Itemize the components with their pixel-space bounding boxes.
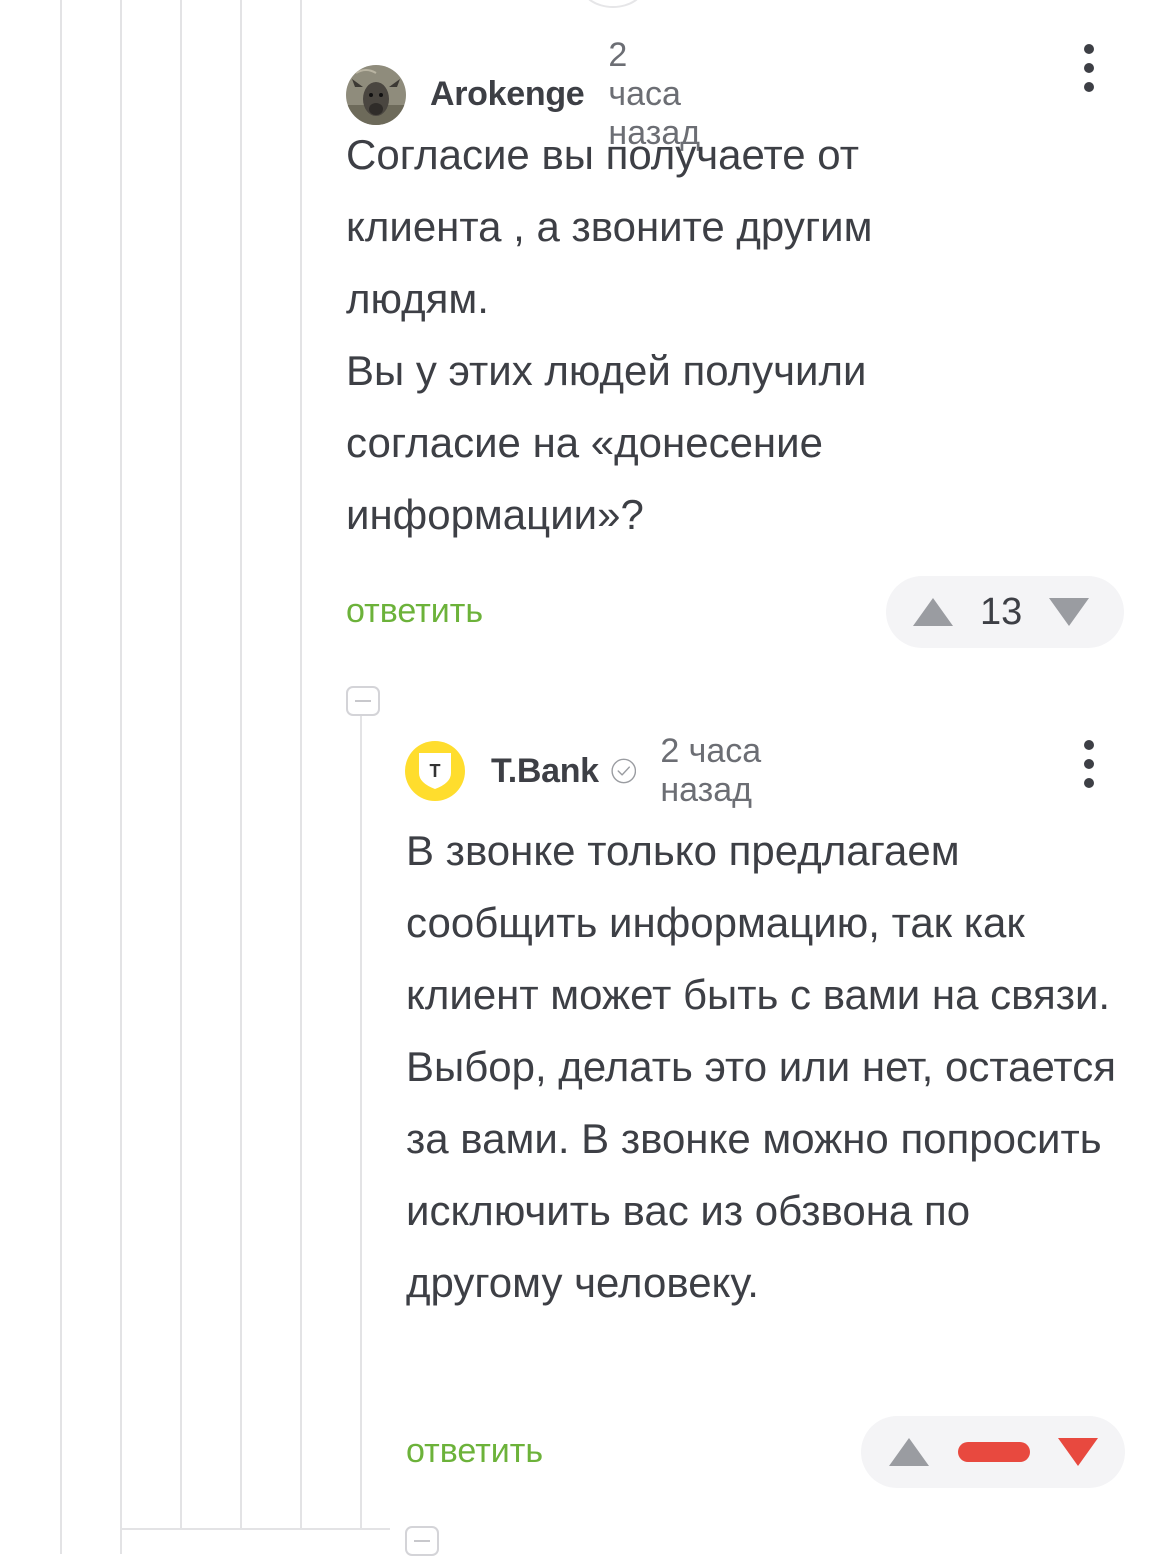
thread-line — [180, 0, 182, 1530]
previous-avatar-edge — [580, 0, 646, 8]
upvote-icon[interactable] — [888, 1437, 930, 1467]
comment-paragraph: Согласие вы получаете от клиента , а зво… — [346, 131, 873, 322]
upvote-icon[interactable] — [912, 597, 954, 627]
thread-line — [60, 0, 62, 1554]
downvote-icon[interactable] — [1057, 1437, 1099, 1467]
more-options-icon[interactable] — [1074, 38, 1104, 98]
comment-paragraph: Вы у этих людей получили согласие на «до… — [346, 347, 867, 538]
negative-rating-icon — [958, 1442, 1030, 1462]
thread-line — [240, 0, 242, 1530]
more-options-icon[interactable] — [1074, 734, 1104, 794]
collapse-thread-icon[interactable] — [346, 686, 380, 716]
thread-line — [300, 0, 302, 1530]
reply-button[interactable]: ответить — [406, 1432, 543, 1471]
thread-line — [360, 715, 362, 1530]
comment-time[interactable]: 2 часа назад — [660, 732, 772, 810]
thread-divider — [120, 1528, 390, 1530]
collapse-thread-icon[interactable] — [405, 1526, 439, 1556]
comment-body: Согласие вы получаете от клиента , а зво… — [346, 119, 996, 551]
comment-author[interactable]: Arokenge — [430, 75, 585, 114]
goat-avatar-icon[interactable] — [346, 64, 406, 125]
comment-paragraph: В звонке только предлагаем сообщить инфо… — [406, 827, 1116, 1306]
tbank-logo-icon[interactable]: Т — [405, 741, 465, 801]
comment-body: В звонке только предлагаем сообщить инфо… — [406, 815, 1116, 1319]
rating-count: 13 — [980, 590, 1023, 633]
downvote-icon[interactable] — [1048, 597, 1090, 627]
verified-check-icon — [611, 758, 636, 784]
tbank-logo-letter: Т — [430, 761, 441, 781]
comment-author[interactable]: T.Bank — [491, 752, 599, 791]
thread-line — [120, 0, 122, 1554]
rating-widget: 13 — [886, 576, 1124, 648]
reply-button[interactable]: ответить — [346, 592, 483, 631]
rating-widget — [861, 1416, 1125, 1488]
